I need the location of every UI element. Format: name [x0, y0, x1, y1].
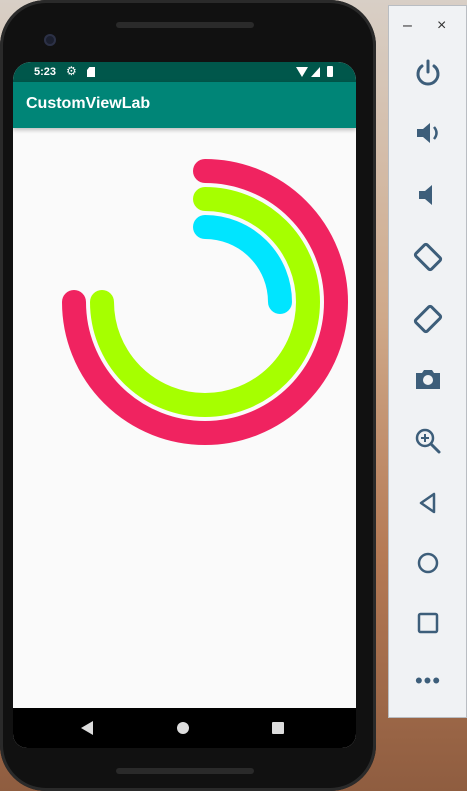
bottom-speaker	[116, 768, 254, 774]
rotate-right-icon[interactable]	[411, 302, 445, 336]
back-icon[interactable]	[411, 486, 445, 520]
rotate-left-icon[interactable]	[411, 240, 445, 274]
home-icon[interactable]	[411, 546, 445, 580]
more-icon[interactable]: •••	[413, 670, 443, 692]
wifi-icon	[296, 67, 308, 77]
power-icon[interactable]	[411, 56, 445, 90]
top-speaker	[116, 22, 254, 28]
inner-ring	[193, 215, 292, 314]
device-screen: 5:23 ⚙ CustomViewLab	[13, 62, 356, 748]
nav-back-icon[interactable]	[81, 721, 93, 735]
cell-signal-icon	[311, 67, 320, 77]
volume-up-icon[interactable]	[411, 116, 445, 150]
front-camera	[44, 34, 56, 46]
app-bar: CustomViewLab	[13, 82, 356, 128]
nav-recents-icon[interactable]	[272, 722, 284, 734]
overview-icon[interactable]	[411, 606, 445, 640]
camera-icon[interactable]	[411, 362, 445, 396]
volume-down-icon[interactable]	[411, 178, 445, 212]
zoom-icon[interactable]	[411, 424, 445, 458]
status-bar: 5:23 ⚙	[13, 62, 356, 82]
close-icon[interactable]: ×	[437, 16, 446, 36]
app-title: CustomViewLab	[26, 95, 151, 112]
window-controls: – ×	[389, 16, 467, 36]
phone-frame: 5:23 ⚙ CustomViewLab	[0, 0, 376, 791]
sd-card-icon	[87, 67, 95, 77]
activity-rings-view	[62, 159, 348, 445]
emulator-side-panel: – × •••	[388, 5, 467, 718]
battery-icon	[327, 66, 333, 77]
status-time: 5:23	[34, 66, 57, 78]
nav-home-icon[interactable]	[177, 722, 189, 734]
minimize-icon[interactable]: –	[403, 16, 412, 36]
navigation-bar	[13, 708, 356, 748]
settings-gear-icon: ⚙	[66, 64, 77, 78]
